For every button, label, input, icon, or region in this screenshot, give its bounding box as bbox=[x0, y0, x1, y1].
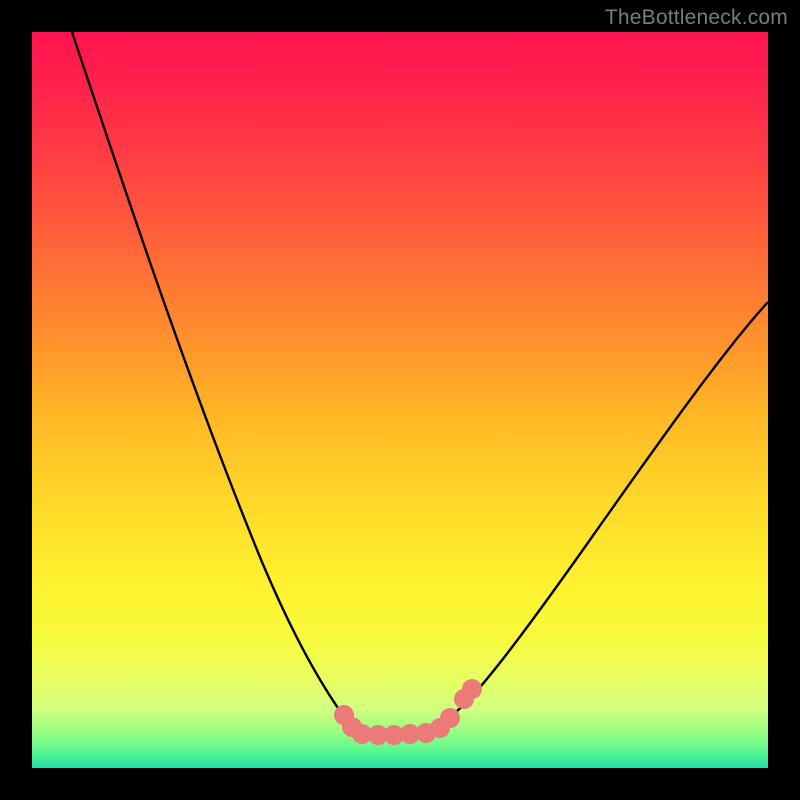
chart-frame: TheBottleneck.com bbox=[0, 0, 800, 800]
pink-marker bbox=[416, 723, 436, 743]
pink-marker bbox=[368, 725, 388, 745]
marker-group bbox=[334, 679, 482, 745]
pink-marker bbox=[342, 717, 362, 737]
chart-overlay bbox=[32, 32, 768, 768]
pink-marker bbox=[352, 724, 372, 744]
pink-marker bbox=[400, 724, 420, 744]
pink-marker bbox=[334, 705, 354, 725]
pink-marker bbox=[462, 679, 482, 699]
plot-area bbox=[32, 32, 768, 768]
curve-flat bbox=[358, 733, 427, 734]
curve-left bbox=[72, 32, 340, 711]
curve-right bbox=[457, 302, 768, 711]
pink-marker bbox=[440, 708, 460, 728]
pink-marker bbox=[430, 718, 450, 738]
pink-marker bbox=[454, 689, 474, 709]
watermark-text: TheBottleneck.com bbox=[605, 6, 788, 30]
pink-marker bbox=[384, 725, 404, 745]
gradient-highlight bbox=[32, 638, 768, 768]
